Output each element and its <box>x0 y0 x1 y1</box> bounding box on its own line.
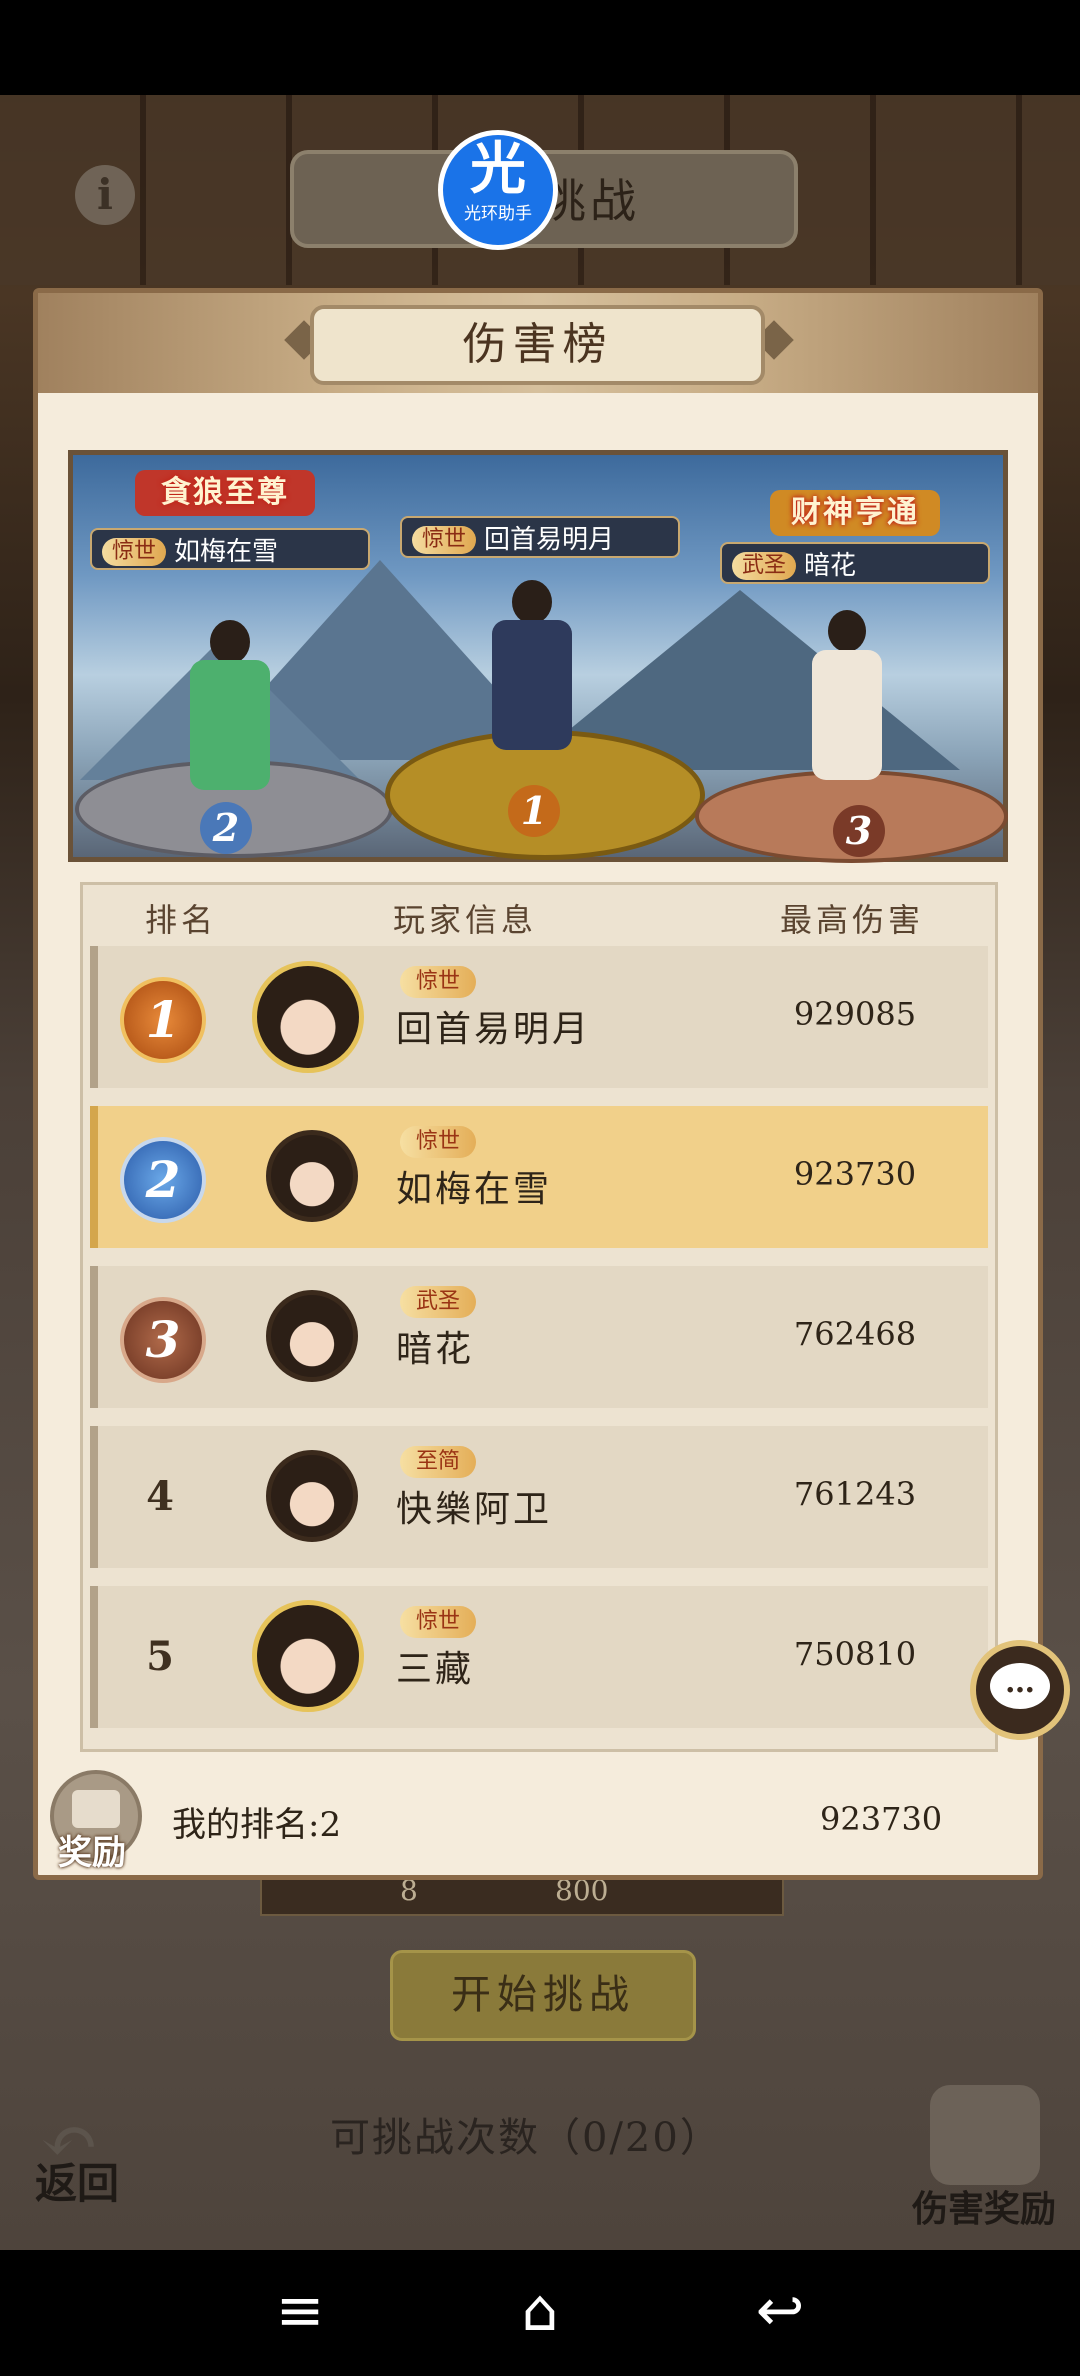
avatar[interactable] <box>266 1450 358 1542</box>
third-title-banner: 财神亨通 <box>770 490 940 536</box>
second-fighter-head <box>210 620 250 664</box>
my-damage: 923730 <box>820 1800 943 1838</box>
title-tag: 惊世 <box>400 1606 477 1638</box>
start-challenge-button[interactable]: 开始挑战 <box>390 1950 696 2041</box>
rank-number: 5 <box>146 1633 174 1680</box>
second-place-name: 如梅在雪 <box>174 537 279 567</box>
player-name: 快樂阿卫 <box>396 1489 553 1530</box>
damage-reward-button[interactable]: 伤害奖励 <box>912 2180 1056 2232</box>
player-name: 回首易明月 <box>396 1009 592 1050</box>
damage-value: 761243 <box>793 1475 917 1513</box>
rank-number: 4 <box>146 1473 174 1520</box>
back-icon[interactable]: ↩ <box>745 2275 815 2345</box>
reward-label[interactable]: 奖励 <box>58 1825 126 1874</box>
first-place-tag: 惊世 <box>412 526 477 554</box>
my-rank: 我的排名:2 <box>172 1805 342 1845</box>
third-place-plate: 武圣 暗花 <box>720 542 990 584</box>
player-name: 如梅在雪 <box>396 1169 553 1210</box>
menu-icon[interactable]: ≡ <box>265 2275 335 2345</box>
player-name: 暗花 <box>396 1329 475 1370</box>
challenge-count: 可挑战次数（0/20） <box>330 2115 722 2161</box>
second-place-plate: 惊世 如梅在雪 <box>90 528 370 570</box>
logo-label: 光环助手 <box>464 204 532 224</box>
avatar[interactable] <box>252 1600 364 1712</box>
second-place-medal: 2 <box>200 802 252 854</box>
panel-title: 伤害榜 <box>462 319 613 370</box>
damage-value: 923730 <box>793 1155 917 1193</box>
title-tag: 武圣 <box>400 1286 477 1318</box>
third-fighter <box>812 650 882 780</box>
column-header-player: 玩家信息 <box>393 901 538 939</box>
damage-value: 762468 <box>793 1315 917 1353</box>
first-fighter <box>492 620 572 750</box>
title-tag: 惊世 <box>400 1126 477 1158</box>
damage-reward-chest-icon[interactable] <box>930 2085 1040 2185</box>
avatar[interactable] <box>252 961 364 1073</box>
back-button[interactable]: 返回 <box>35 2150 119 2211</box>
column-header-rank: 排名 <box>145 901 218 939</box>
second-place-tag: 惊世 <box>102 538 167 566</box>
rank-silver-badge: 2 <box>120 1137 206 1223</box>
avatar[interactable] <box>266 1290 358 1382</box>
third-place-tag: 武圣 <box>732 552 797 580</box>
title-tag: 至简 <box>400 1446 477 1478</box>
damage-value: 929085 <box>793 995 917 1033</box>
treasure-chest-icon <box>72 1790 120 1828</box>
info-icon[interactable]: i <box>75 165 135 225</box>
first-place-medal: 1 <box>508 785 560 837</box>
chat-bubble-icon[interactable]: … <box>990 1663 1050 1709</box>
avatar[interactable] <box>266 1130 358 1222</box>
first-fighter-head <box>512 580 552 624</box>
guanghuan-assistant-logo[interactable]: 光 光环助手 <box>438 130 558 250</box>
second-fighter <box>190 660 270 790</box>
player-name: 三藏 <box>396 1649 475 1690</box>
home-icon[interactable]: ⌂ <box>505 2275 575 2345</box>
logo-glyph: 光 <box>470 137 526 202</box>
column-header-damage: 最高伤害 <box>780 901 925 939</box>
third-place-medal: 3 <box>833 805 885 857</box>
first-place-plate: 惊世 回首易明月 <box>400 516 680 558</box>
rank-bronze-badge: 3 <box>120 1297 206 1383</box>
damage-value: 750810 <box>793 1635 917 1673</box>
rank-gold-badge: 1 <box>120 977 206 1063</box>
third-fighter-head <box>828 610 866 652</box>
title-tag: 惊世 <box>400 966 477 998</box>
second-title-banner: 貪狼至尊 <box>135 470 315 516</box>
third-place-name: 暗花 <box>804 551 857 581</box>
first-place-name: 回首易明月 <box>484 525 615 555</box>
